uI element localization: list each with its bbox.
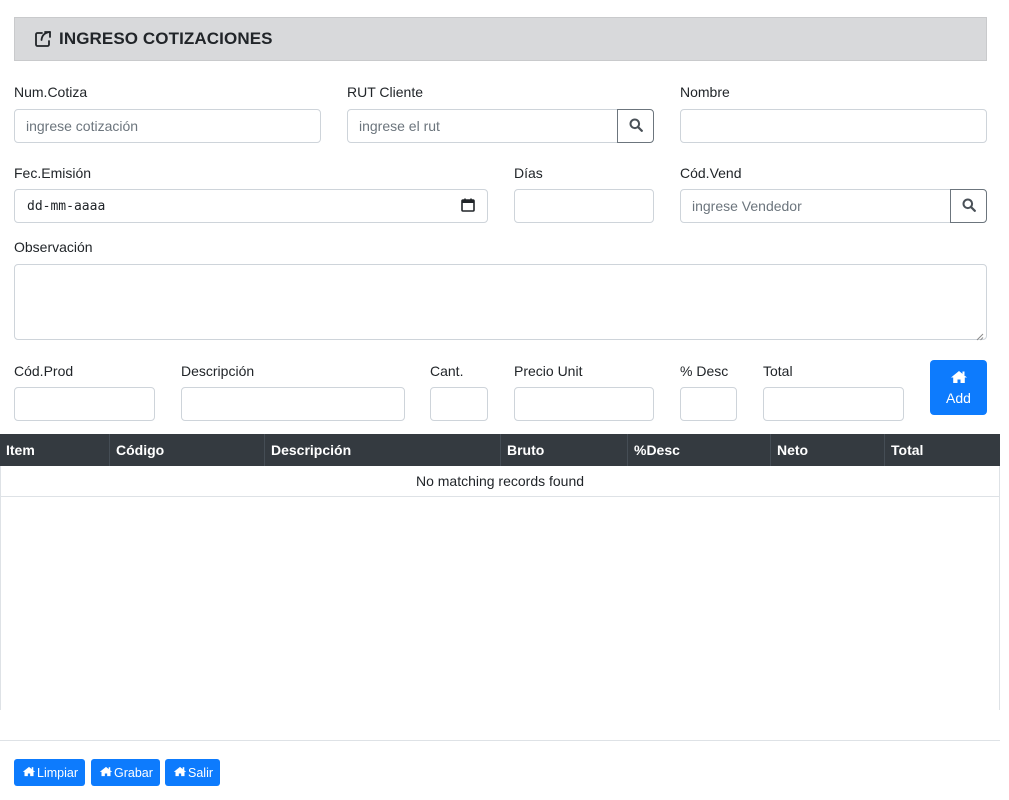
page-title: INGRESO COTIZACIONES (59, 29, 273, 48)
cod-vend-label: Cód.Vend (680, 165, 742, 181)
observacion-label: Observación (14, 239, 93, 255)
dias-label: Días (514, 165, 543, 181)
column-header-codigo[interactable]: Código (110, 434, 265, 466)
desc-label: % Desc (680, 363, 729, 379)
search-icon (629, 118, 643, 135)
cant-label: Cant. (430, 363, 464, 379)
nombre-label: Nombre (680, 84, 730, 100)
total-input[interactable] (763, 387, 904, 421)
total-label: Total (763, 363, 793, 379)
home-icon (99, 766, 114, 780)
cod-prod-input[interactable] (14, 387, 155, 421)
dias-input[interactable] (514, 189, 654, 223)
observacion-textarea[interactable] (14, 264, 987, 341)
cod-prod-label: Cód.Prod (14, 363, 74, 379)
search-icon (962, 198, 976, 215)
limpiar-button-label: Limpiar (37, 765, 78, 780)
search-vendedor-button[interactable] (950, 189, 987, 223)
desc-input[interactable] (680, 387, 737, 421)
empty-message: No matching records found (1, 466, 999, 497)
share-square-icon (33, 29, 53, 49)
num-cotiza-label: Num.Cotiza (14, 84, 88, 100)
resize-grip-icon[interactable] (975, 328, 984, 341)
rut-cliente-label: RUT Cliente (347, 84, 423, 100)
page-header: INGRESO COTIZACIONES (14, 17, 987, 61)
add-button-label: Add (946, 389, 971, 406)
salir-button[interactable]: Salir (165, 759, 221, 786)
column-header-descripcion[interactable]: Descripción (265, 434, 501, 466)
num-cotiza-input[interactable] (14, 109, 321, 143)
column-header-neto[interactable]: Neto (771, 434, 885, 466)
table-header: Item Código Descripción Bruto %Desc Neto… (0, 434, 1000, 466)
descripcion-input[interactable] (181, 387, 405, 421)
home-icon (950, 370, 968, 387)
calendar-icon[interactable] (461, 198, 475, 215)
grabar-button[interactable]: Grabar (91, 759, 160, 786)
nombre-input[interactable] (680, 109, 987, 143)
grabar-button-label: Grabar (114, 765, 153, 780)
column-header-bruto[interactable]: Bruto (501, 434, 628, 466)
descripcion-label: Descripción (181, 363, 255, 379)
precio-unit-label: Precio Unit (514, 363, 583, 379)
column-header-total[interactable]: Total (885, 434, 1000, 466)
table-body: No matching records found (0, 466, 1000, 710)
column-header-desc[interactable]: %Desc (628, 434, 771, 466)
cant-input[interactable] (430, 387, 488, 421)
fec-emision-label: Fec.Emisión (14, 165, 92, 181)
fec-emision-input[interactable]: dd-mm-aaaa (14, 189, 488, 223)
salir-button-label: Salir (188, 765, 214, 780)
date-placeholder: dd-mm-aaaa (27, 198, 106, 214)
items-table: Item Código Descripción Bruto %Desc Neto… (0, 434, 1000, 710)
column-header-item[interactable]: Item (0, 434, 110, 466)
search-rut-button[interactable] (617, 109, 654, 143)
rut-cliente-input[interactable] (347, 109, 618, 143)
home-icon (173, 766, 188, 780)
precio-unit-input[interactable] (514, 387, 654, 421)
limpiar-button[interactable]: Limpiar (14, 759, 85, 786)
add-button[interactable]: Add (930, 360, 987, 415)
cod-vend-input[interactable] (680, 189, 951, 223)
footer-divider (0, 740, 1000, 741)
home-icon (22, 766, 37, 780)
